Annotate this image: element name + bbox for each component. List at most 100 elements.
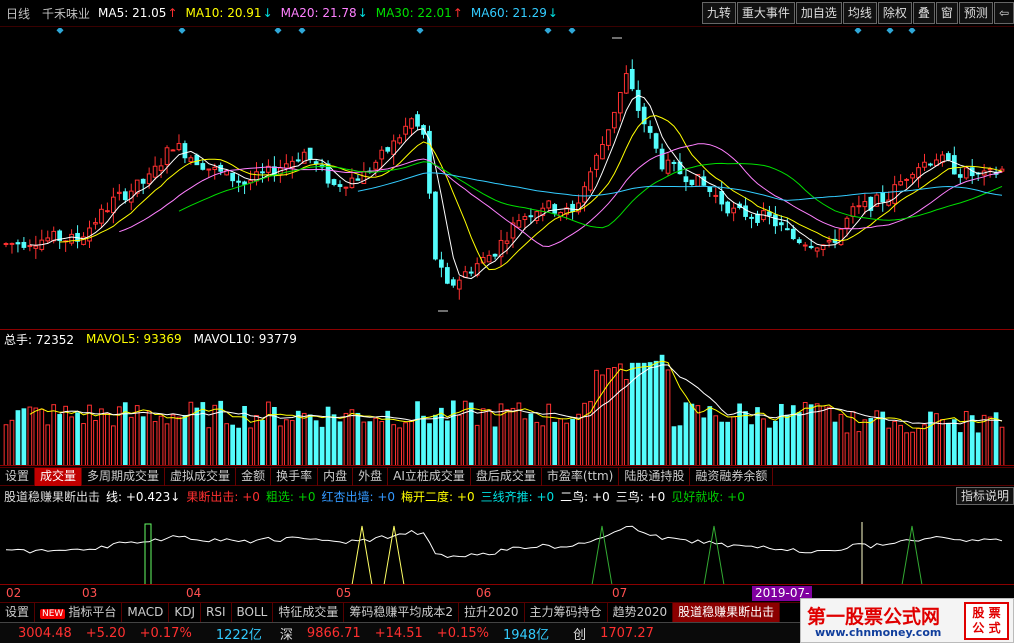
indicator-tab-6[interactable]: 特征成交量 <box>273 602 345 623</box>
indicator-tab-9[interactable]: 主力筹码持仓 <box>525 602 608 623</box>
volume-legend-item: MAVOL5: 93369 <box>86 332 182 346</box>
candle <box>9 242 15 245</box>
sz-label: 深 <box>279 627 293 643</box>
volume-tab-9[interactable]: 盘后成交量 <box>471 467 542 486</box>
volume-tab-6[interactable]: 内盘 <box>318 467 354 486</box>
volume-bar <box>254 415 259 465</box>
indicator-tab-2[interactable]: MACD <box>122 602 170 623</box>
volume-bar <box>283 419 289 465</box>
event-diamond-icon[interactable] <box>908 28 916 34</box>
indicator-header: 股道稳赚果断出击 线: +0.423↓ 果断出击: +0 粗选: +0 红杏出墙: +… <box>0 487 1014 506</box>
candle <box>570 203 575 212</box>
volume-bar <box>355 412 361 465</box>
event-diamond-icon[interactable] <box>178 28 186 34</box>
volume-tab-4[interactable]: 金额 <box>236 467 272 486</box>
volume-bar <box>111 425 116 465</box>
toolbar-button-6[interactable]: 窗 <box>935 2 958 24</box>
volume-bar <box>474 424 480 465</box>
candle <box>588 171 593 191</box>
indicator-tab-0[interactable]: 设置 <box>0 602 36 623</box>
volume-bar <box>146 410 152 465</box>
volume-tab-1[interactable]: 成交量 <box>35 467 83 486</box>
volume-tab-5[interactable]: 换手率 <box>271 467 319 486</box>
indicator-tab-label: 特征成交量 <box>278 604 339 619</box>
event-diamond-icon[interactable] <box>886 28 894 34</box>
volume-tab-11[interactable]: 陆股通持股 <box>619 467 691 486</box>
volume-bar <box>200 402 206 465</box>
toolbar-button-2[interactable]: 加自选 <box>795 2 842 24</box>
indicator-help-button[interactable]: 指标说明 <box>955 487 1014 505</box>
candle <box>528 215 534 218</box>
event-diamond-icon[interactable] <box>416 28 424 34</box>
candle <box>802 244 808 247</box>
volume-bar <box>808 404 814 465</box>
indicator-tab-10[interactable]: 趋势2020 <box>608 602 674 623</box>
candle <box>45 237 51 242</box>
indicator-tab-4[interactable]: RSI <box>201 602 232 623</box>
price-chart[interactable] <box>0 28 1014 330</box>
volume-tab-2[interactable]: 多周期成交量 <box>82 467 166 486</box>
indicator-tab-11[interactable]: 股道稳赚果断出击 <box>673 602 781 623</box>
candle <box>212 166 218 170</box>
indicator-chart[interactable] <box>0 506 1014 585</box>
indicator-values: 线: +0.423↓ 果断出击: +0 粗选: +0 红杏出墙: +0 梅开二度: +0… <box>100 488 745 505</box>
toolbar-button-0[interactable]: 九转 <box>701 2 736 24</box>
volume-bar <box>33 407 39 465</box>
indicator-tab-1[interactable]: NEW 指标平台 <box>35 602 123 623</box>
volume-bar <box>969 415 975 465</box>
volume-bar <box>552 421 558 465</box>
time-axis-label: 06 <box>476 586 492 600</box>
volume-bar <box>116 406 122 465</box>
candle <box>904 178 909 181</box>
volume-bar <box>57 414 63 465</box>
indicator-tab-5[interactable]: BOLL <box>232 602 274 623</box>
event-diamond-icon[interactable] <box>56 28 64 34</box>
event-diamond-icon[interactable] <box>854 28 862 34</box>
volume-bar <box>427 423 432 465</box>
volume-bar <box>486 409 492 465</box>
period-label[interactable]: 日线 <box>6 5 30 22</box>
toolbar-button-5[interactable]: 叠 <box>912 2 935 24</box>
candle <box>105 210 110 213</box>
volume-bar <box>802 401 808 465</box>
indicator-tab-label: 指标平台 <box>68 604 117 619</box>
toolbar-button-4[interactable]: 除权 <box>877 2 912 24</box>
volume-chart[interactable] <box>0 348 1014 466</box>
candle <box>111 196 116 214</box>
indicator-tab-3[interactable]: KDJ <box>169 602 201 623</box>
volume-bar <box>683 402 689 465</box>
indicator-value-item: 粗选: +0 <box>265 490 316 504</box>
new-badge: NEW <box>40 608 66 619</box>
volume-tab-0[interactable]: 设置 <box>0 467 36 486</box>
volume-tab-8[interactable]: AI立桩成交量 <box>388 467 471 486</box>
volume-bar <box>928 411 933 465</box>
event-diamond-icon[interactable] <box>274 28 282 34</box>
volume-header: 总手: 72352 MAVOL5: 93369 MAVOL10: 93779 <box>0 330 1014 348</box>
sz-change: +14.51 <box>374 625 423 641</box>
volume-bar <box>635 362 641 465</box>
indicator-tab-label: BOLL <box>236 604 268 619</box>
volume-tab-10[interactable]: 市盈率(ttm) <box>542 467 620 486</box>
indicator-line <box>5 525 1003 559</box>
indicator-value-item: 三线齐推: +0 <box>480 490 555 504</box>
volume-tab-7[interactable]: 外盘 <box>353 467 389 486</box>
candle <box>307 147 313 160</box>
toolbar-button-8[interactable]: ⇦ <box>993 2 1014 24</box>
toolbar-button-7[interactable]: 预测 <box>958 2 993 24</box>
watermark-url: www.chnmoney.com <box>815 626 942 639</box>
indicator-tab-7[interactable]: 筹码稳赚平均成本2 <box>344 602 459 623</box>
volume-bar <box>325 406 331 465</box>
event-diamond-icon[interactable] <box>568 28 576 34</box>
volume-bar <box>307 414 313 465</box>
indicator-tab-8[interactable]: 拉升2020 <box>459 602 525 623</box>
event-diamond-icon[interactable] <box>298 28 306 34</box>
toolbar-button-1[interactable]: 重大事件 <box>736 2 795 24</box>
event-diamond-icon[interactable] <box>544 28 552 34</box>
volume-tab-12[interactable]: 融资融券余额 <box>690 467 774 486</box>
volume-bar <box>659 354 665 465</box>
volume-tab-3[interactable]: 虚拟成交量 <box>165 467 237 486</box>
volume-bar <box>331 414 337 465</box>
volume-bar <box>868 418 874 465</box>
volume-bar <box>653 360 659 465</box>
toolbar-button-3[interactable]: 均线 <box>842 2 877 24</box>
